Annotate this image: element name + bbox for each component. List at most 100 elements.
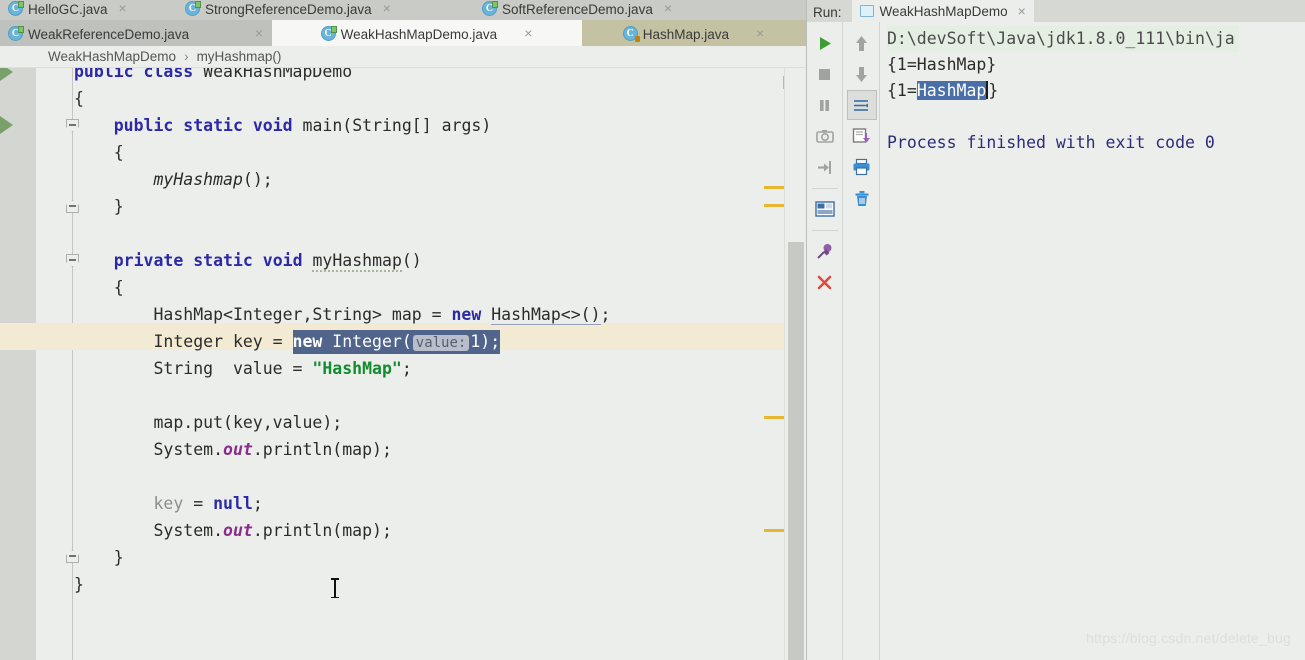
tab-label: SoftReferenceDemo.java	[502, 1, 653, 17]
java-class-icon: C	[320, 25, 337, 41]
code-line-selected: Integer key = new Integer(value: 1);	[74, 328, 501, 355]
dump-threads-button[interactable]	[810, 121, 840, 151]
stop-square-icon	[819, 68, 830, 80]
console-line: Process finished with exit code 0	[887, 133, 1215, 152]
java-class-locked-icon: C	[622, 25, 640, 42]
watermark: https://blog.csdn.net/delete_bug	[1086, 630, 1291, 646]
editor-tab-row-2: C WeakReferenceDemo.java × C WeakHashMap…	[0, 20, 806, 46]
stripe-mark[interactable]	[764, 416, 786, 419]
run-configuration-tab[interactable]: WeakHashMapDemo ×	[851, 0, 1034, 22]
run-gutter-arrow-icon[interactable]	[0, 68, 13, 81]
rerun-button[interactable]	[810, 28, 840, 58]
console-output[interactable]: D:\devSoft\Java\jdk1.8.0_111\bin\ja {1=H…	[881, 22, 1305, 660]
console-line: D:\devSoft\Java\jdk1.8.0_111\bin\ja	[887, 26, 1239, 52]
stop-button[interactable]	[810, 59, 840, 89]
code-line: }	[74, 548, 124, 567]
run-config-icon	[859, 5, 874, 17]
run-tab-label: WeakHashMapDemo	[879, 3, 1008, 19]
code-line: HashMap<Integer,String> map = new HashMa…	[74, 305, 611, 325]
soft-wrap-button[interactable]	[846, 90, 877, 120]
close-icon[interactable]: ×	[383, 1, 391, 15]
camera-icon	[815, 129, 834, 143]
stripe-mark[interactable]	[764, 186, 786, 189]
run-toolbar-secondary	[844, 22, 880, 660]
run-window-header: Run: WeakHashMapDemo ×	[807, 0, 1305, 22]
code-line: key = null;	[153, 494, 263, 513]
editor-gutter[interactable]	[0, 68, 36, 660]
code-line: myHashmap();	[153, 170, 273, 189]
close-x-icon	[817, 275, 832, 289]
export-button[interactable]	[847, 121, 877, 151]
console-line-selected: {1=HashMap}	[887, 78, 998, 104]
close-icon[interactable]: ×	[255, 26, 263, 40]
parameter-hint: value:	[412, 335, 470, 351]
code-line: private static void myHashmap()	[113, 251, 422, 272]
code-line: System.out.println(map);	[74, 521, 392, 540]
toolbar-separator	[811, 230, 838, 231]
trash-icon	[855, 190, 868, 206]
restore-layout-button[interactable]	[810, 194, 840, 224]
console-selection: HashMap	[916, 81, 987, 100]
editor-vertical-scrollbar[interactable]	[784, 68, 806, 660]
java-class-icon: C	[482, 0, 498, 16]
code-line: map.put(key,value);	[74, 413, 343, 432]
code-area[interactable]: public class WeakHashMapDemo { public st…	[74, 68, 778, 660]
editor-gutter-folding[interactable]	[36, 68, 74, 660]
tab-label: HashMap.java	[642, 26, 730, 42]
run-gutter-arrow-icon[interactable]	[0, 116, 13, 134]
breadcrumb: WeakHashMapDemo › myHashmap()	[0, 46, 806, 68]
breadcrumb-class[interactable]: WeakHashMapDemo	[48, 49, 176, 64]
close-icon[interactable]: ×	[664, 1, 672, 15]
tab-hashmap[interactable]: C HashMap.java ×	[582, 20, 806, 46]
stripe-mark[interactable]	[764, 204, 786, 207]
arrow-up-icon	[856, 35, 867, 51]
close-icon[interactable]: ×	[524, 26, 532, 40]
close-icon[interactable]: ×	[756, 26, 764, 40]
pin-icon	[817, 243, 832, 259]
close-icon[interactable]: ×	[119, 1, 127, 15]
code-line: public class WeakHashMapDemo	[74, 68, 353, 81]
tab-label: WeakHashMapDemo.java	[340, 26, 498, 42]
arrow-down-icon	[856, 66, 867, 82]
printer-icon	[853, 158, 870, 176]
tab-label: WeakReferenceDemo.java	[28, 26, 190, 42]
console-line-prefix: {1=	[887, 81, 917, 100]
print-button[interactable]	[847, 152, 877, 182]
tab-strongreferencedemo[interactable]: C StrongReferenceDemo.java ×	[177, 0, 472, 20]
close-icon[interactable]: ×	[1018, 3, 1026, 19]
arrow-into-box-icon	[817, 160, 831, 174]
close-button[interactable]	[810, 267, 840, 297]
attach-button[interactable]	[810, 152, 840, 182]
pin-button[interactable]	[810, 236, 840, 266]
clear-all-button[interactable]	[847, 183, 877, 213]
soft-wrap-icon	[854, 99, 868, 111]
tab-label: HelloGC.java	[28, 1, 108, 17]
scrollbar-thumb[interactable]	[788, 242, 804, 660]
tab-hellogc[interactable]: C HelloGC.java ×	[0, 0, 175, 20]
tab-label: StrongReferenceDemo.java	[205, 1, 372, 17]
up-stack-button[interactable]	[847, 28, 877, 58]
code-line: public static void main(String[] args)	[113, 116, 492, 135]
console-command-line: D:\devSoft\Java\jdk1.8.0_111\bin\ja	[887, 26, 1239, 52]
editor-body[interactable]: public class WeakHashMapDemo { public st…	[0, 68, 806, 660]
pause-button[interactable]	[810, 90, 840, 120]
code-line: System.out.println(map);	[74, 440, 392, 459]
run-toolbar-primary	[807, 22, 843, 660]
tab-weakreferencedemo[interactable]: C WeakReferenceDemo.java ×	[0, 20, 272, 46]
stripe-mark[interactable]	[764, 529, 786, 532]
breadcrumb-separator-icon: ›	[184, 49, 189, 64]
play-icon	[820, 36, 831, 50]
run-tool-window: Run: WeakHashMapDemo × D:\devSoft\Java\j…	[806, 0, 1305, 660]
console-line-suffix: }	[988, 81, 999, 100]
code-selection: new Integer(value: 1);	[292, 330, 501, 354]
breadcrumb-method[interactable]: myHashmap()	[197, 49, 282, 64]
java-class-icon: C	[8, 0, 24, 16]
code-line: {	[74, 143, 124, 162]
tab-weakhashmapdemo[interactable]: C WeakHashMapDemo.java ×	[272, 20, 582, 46]
run-window-label: Run:	[813, 4, 842, 20]
down-stack-button[interactable]	[847, 59, 877, 89]
tab-softreferencedemo[interactable]: C SoftReferenceDemo.java ×	[474, 0, 806, 20]
toolbar-separator	[811, 188, 838, 189]
